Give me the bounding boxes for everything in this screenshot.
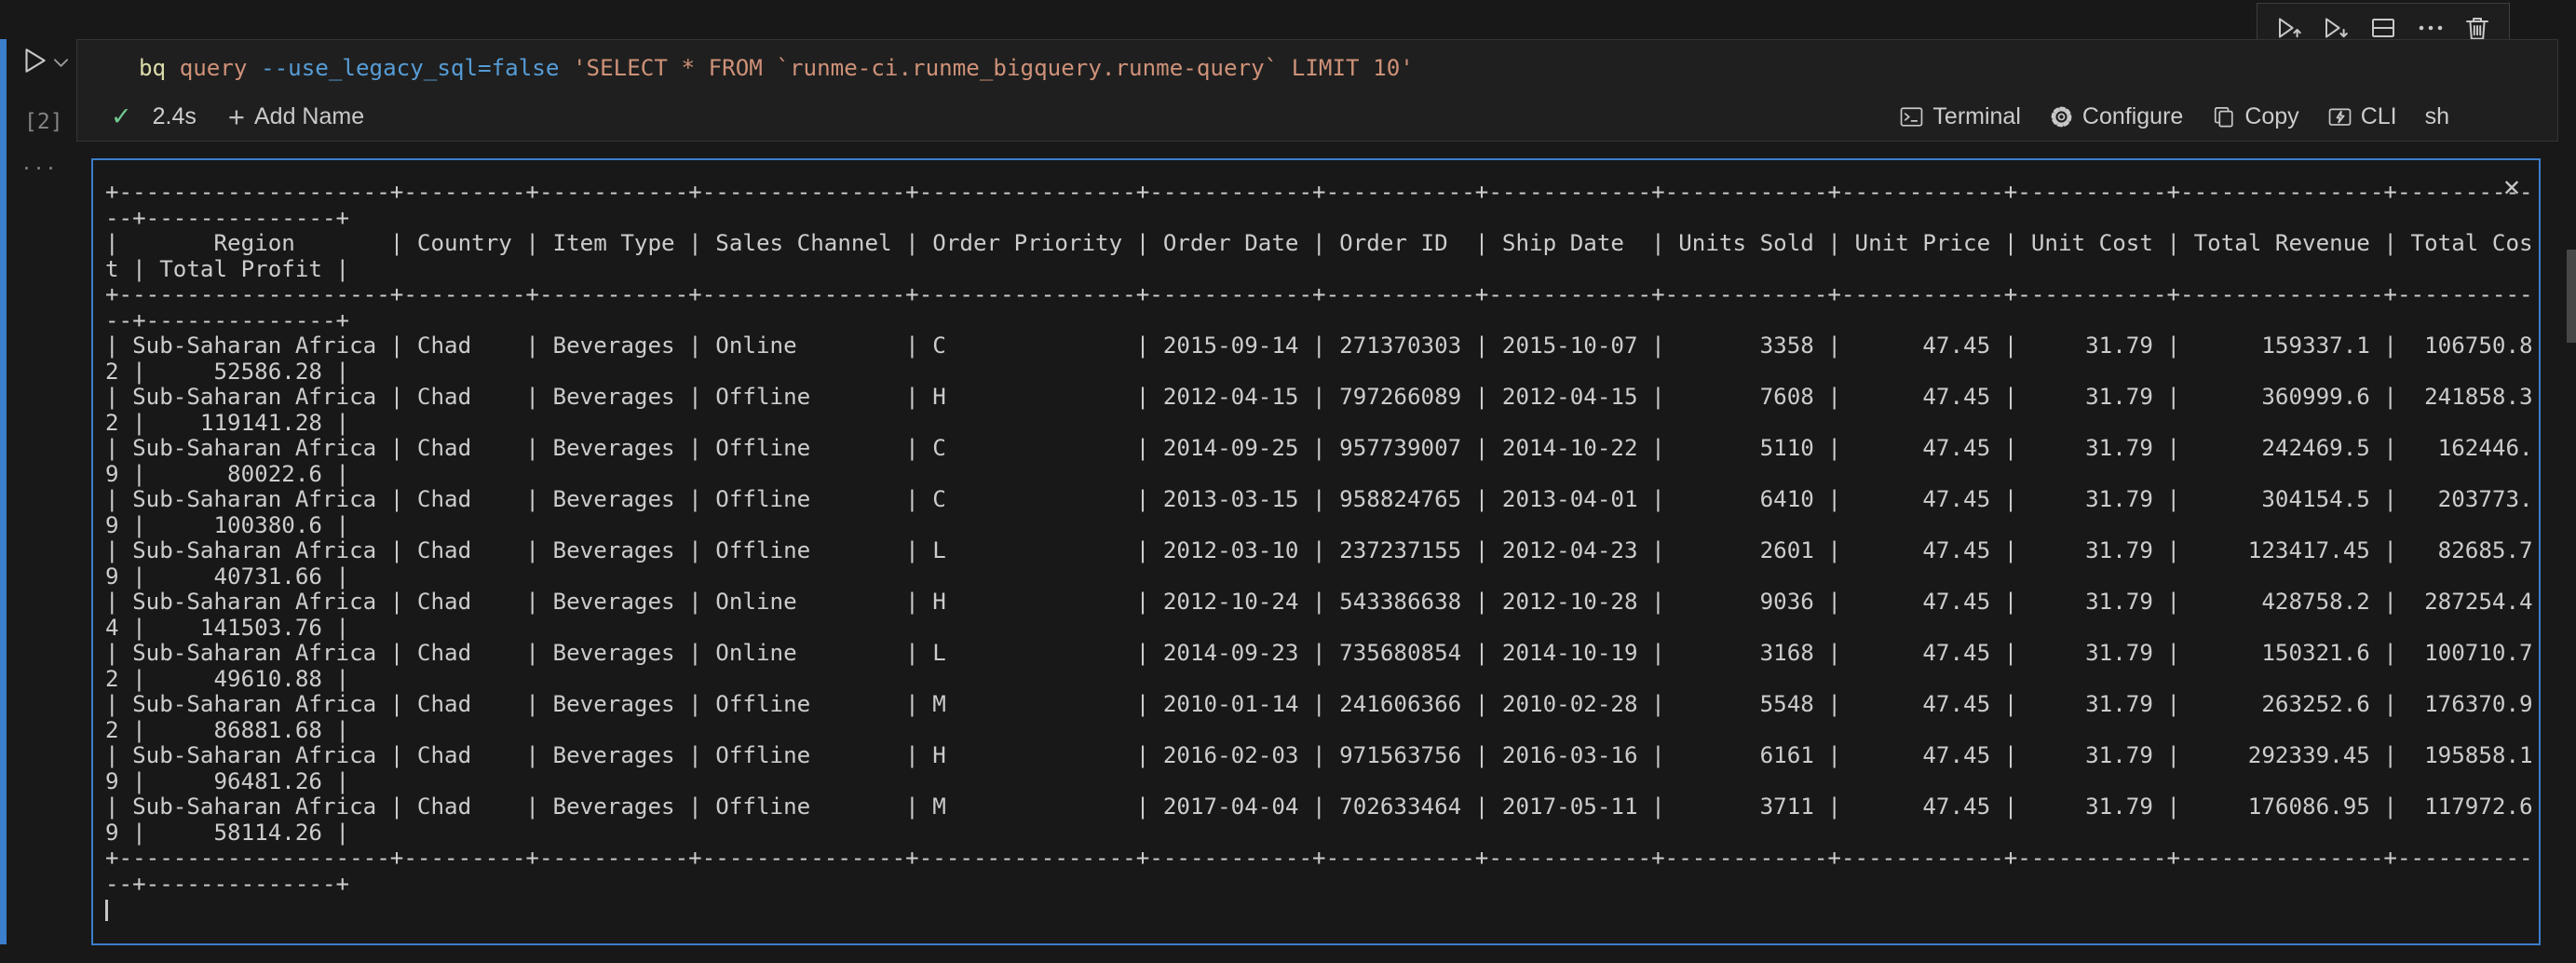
plus-icon: +	[228, 102, 245, 131]
configure-action-button[interactable]: Configure	[2049, 103, 2183, 130]
add-name-label: Add Name	[254, 103, 364, 130]
cell-status-bar: ✓ 2.4s + Add Name Terminal Configure	[111, 100, 2449, 133]
cli-action-button[interactable]: CLI	[2327, 103, 2397, 130]
focused-cell-indicator-bar	[0, 39, 7, 944]
run-options-chevron-down-icon[interactable]	[54, 56, 68, 73]
copy-action-button[interactable]: Copy	[2211, 103, 2298, 130]
copy-icon	[2211, 104, 2236, 129]
cli-bolt-icon	[2327, 104, 2352, 129]
code-token-subcommand: query	[180, 55, 248, 81]
notebook-cell: bq query --use_legacy_sql=false 'SELECT …	[76, 39, 2558, 142]
code-token-flag: --use_legacy_sql=false	[261, 55, 559, 81]
gear-icon	[2049, 104, 2074, 129]
add-name-button[interactable]: + Add Name	[228, 102, 364, 131]
code-token-query-string: 'SELECT * FROM `runme-ci.runme_bigquery.…	[573, 55, 1414, 81]
cell-more-actions-icon[interactable]: ···	[22, 153, 59, 182]
copy-action-label: Copy	[2244, 103, 2298, 130]
status-actions: Terminal Configure Copy	[1899, 103, 2449, 130]
language-picker[interactable]: sh	[2425, 103, 2449, 130]
configure-action-label: Configure	[2082, 103, 2183, 130]
run-cell-button[interactable]	[19, 45, 50, 76]
terminal-icon	[1899, 104, 1924, 129]
execution-duration: 2.4s	[153, 103, 197, 130]
code-token-program: bq	[139, 55, 166, 81]
terminal-text: +--------------------+---------+--------…	[93, 160, 2539, 925]
close-output-icon[interactable]: ✕	[2503, 173, 2520, 201]
cell-code-editor[interactable]: bq query --use_legacy_sql=false 'SELECT …	[139, 55, 1414, 81]
execution-count: [2]	[24, 110, 63, 134]
terminal-output-panel: +--------------------+---------+--------…	[91, 158, 2541, 945]
play-icon	[19, 45, 50, 76]
success-check-icon: ✓	[111, 102, 132, 131]
cli-action-label: CLI	[2361, 103, 2397, 130]
terminal-action-button[interactable]: Terminal	[1899, 103, 2020, 130]
terminal-action-label: Terminal	[1932, 103, 2020, 130]
terminal-cursor	[105, 900, 108, 921]
editor-scrollbar-thumb[interactable]	[2567, 250, 2576, 343]
